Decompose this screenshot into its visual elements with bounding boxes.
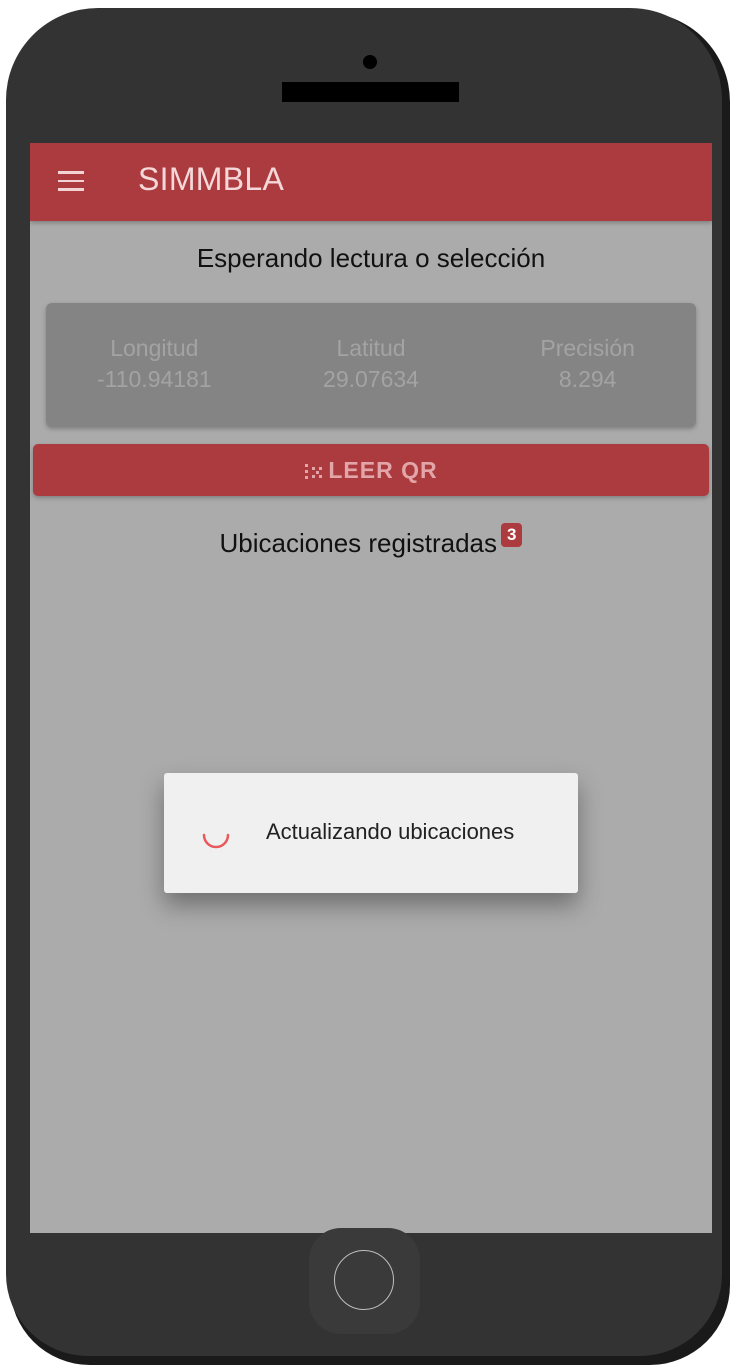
coord-label: Precisión xyxy=(540,335,635,361)
loading-spinner-icon xyxy=(202,833,230,849)
coord-label: Latitud xyxy=(336,335,406,361)
home-ring-icon xyxy=(334,1250,394,1310)
locations-count-badge: 3 xyxy=(501,523,523,547)
coordinates-card: Longitud -110.94181 Latitud 29.07634 Pre… xyxy=(46,303,696,427)
qr-code-icon xyxy=(305,464,323,479)
app-bar: SIMMBLA xyxy=(30,143,712,221)
app-title: SIMMBLA xyxy=(138,161,285,197)
read-qr-button[interactable]: LEER QR xyxy=(33,444,709,496)
hamburger-menu-icon[interactable] xyxy=(58,171,84,191)
coord-latitude: Latitud 29.07634 xyxy=(263,303,480,427)
home-button[interactable] xyxy=(309,1228,420,1334)
coord-value: -110.94181 xyxy=(96,366,212,392)
coord-value: 8.294 xyxy=(558,366,617,392)
coord-label: Longitud xyxy=(110,335,199,361)
dialog-message: Actualizando ubicaciones xyxy=(266,819,515,844)
status-text: Esperando lectura o selección xyxy=(196,243,546,273)
earpiece-speaker xyxy=(282,82,459,102)
app-screen: SIMMBLA Esperando lectura o selección Lo… xyxy=(30,143,712,1233)
locations-title: Ubicaciones registradas xyxy=(219,528,497,558)
coord-longitude: Longitud -110.94181 xyxy=(46,303,263,427)
locations-heading: Ubicaciones registradas 3 xyxy=(30,523,712,559)
read-qr-label: LEER QR xyxy=(328,456,438,483)
front-camera xyxy=(363,55,377,69)
coord-precision: Precisión 8.294 xyxy=(479,303,696,427)
coord-value: 29.07634 xyxy=(323,366,419,392)
loading-dialog: Actualizando ubicaciones xyxy=(164,773,578,893)
